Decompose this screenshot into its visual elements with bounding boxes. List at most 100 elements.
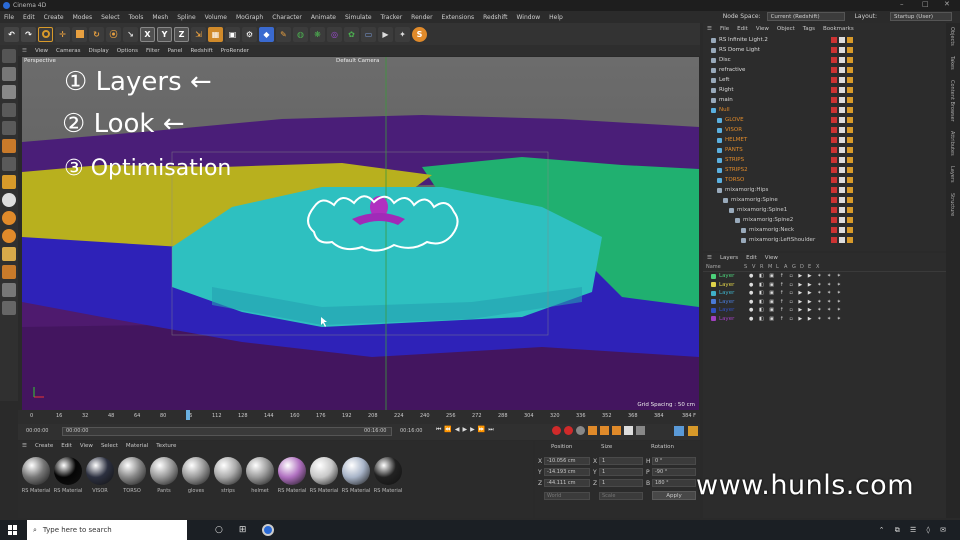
go-start-icon[interactable]: ⏮ <box>436 426 441 434</box>
deformer-icon[interactable]: ◎ <box>327 26 342 42</box>
side-tab[interactable]: Objects <box>949 27 955 46</box>
play-icon[interactable]: ▶ <box>463 426 468 434</box>
cube-icon[interactable]: ◆ <box>259 26 274 42</box>
next-frame-icon[interactable]: ▶ <box>470 426 475 434</box>
close-icon[interactable]: ✕ <box>944 0 950 8</box>
tray-icons[interactable]: ⌃ ⧉ ☰ ◊ ✉ <box>879 526 950 535</box>
model-mode-icon[interactable] <box>2 67 16 81</box>
recent-tools-icon[interactable]: ⦿ <box>106 26 121 42</box>
layer-color-swatch[interactable] <box>711 299 716 305</box>
axis-y-button[interactable]: Y <box>157 26 172 42</box>
object-row[interactable]: mixamorig:Spine1 <box>705 205 946 215</box>
side-tab[interactable]: Layers <box>949 166 955 183</box>
size-z-field[interactable]: 1 <box>599 479 643 487</box>
layer-menu-layers[interactable]: Layers <box>720 255 738 261</box>
grid-icon[interactable] <box>2 283 16 297</box>
camera-icon[interactable]: ▶ <box>378 26 393 42</box>
preview-range[interactable] <box>62 427 392 436</box>
menu-help[interactable]: Help <box>549 14 563 21</box>
workplane-icon[interactable] <box>2 301 16 315</box>
material-swatch[interactable]: RS Material <box>309 455 339 497</box>
pick-icon[interactable]: ↘ <box>123 26 138 42</box>
object-row[interactable]: HELMET <box>705 135 946 145</box>
object-tags[interactable] <box>831 167 853 173</box>
redshift-s2-icon[interactable] <box>2 211 16 225</box>
layer-color-swatch[interactable] <box>711 290 716 296</box>
object-tags[interactable] <box>831 157 853 163</box>
taskbar-app-icon[interactable]: ⊞ <box>239 525 247 535</box>
menu-tracker[interactable]: Tracker <box>381 14 403 21</box>
layer-toggles[interactable]: ● ◧ ▣ ↑ ▫ ▶ ▶ ✶ ✶ ✶ <box>749 299 843 305</box>
rot-h-field[interactable]: 0 ° <box>652 457 696 465</box>
material-swatch[interactable]: VISOR <box>85 455 115 497</box>
object-tags[interactable] <box>831 67 853 73</box>
object-tags[interactable] <box>831 117 853 123</box>
apply-button[interactable]: Apply <box>652 491 696 500</box>
prev-key-icon[interactable]: ⏪ <box>444 426 451 434</box>
object-row[interactable]: mixamorig:Spine <box>705 195 946 205</box>
object-row[interactable]: mixamorig:LeftShoulder <box>705 235 946 245</box>
redshift-icon[interactable]: S <box>412 26 427 42</box>
mat-menu-view[interactable]: View <box>80 443 93 449</box>
material-swatch[interactable]: helmet <box>245 455 275 497</box>
undo-icon[interactable]: ↶ <box>4 26 19 42</box>
material-swatch[interactable]: RS Material <box>21 455 51 497</box>
key-sel-icon[interactable] <box>576 426 585 435</box>
menu-mograph[interactable]: MoGraph <box>236 14 263 21</box>
vp-menu-options[interactable]: Options <box>117 48 138 54</box>
scale-icon[interactable] <box>72 26 87 42</box>
polygons-mode-icon[interactable] <box>2 139 16 153</box>
menu-character[interactable]: Character <box>272 14 302 21</box>
layout-select[interactable]: Startup (User) <box>890 12 952 21</box>
field-icon[interactable]: ✿ <box>344 26 359 42</box>
object-tags[interactable] <box>831 207 853 213</box>
menu-window[interactable]: Window <box>517 14 541 21</box>
obj-menu-bookmarks[interactable]: Bookmarks <box>823 26 854 32</box>
object-row[interactable]: TORSO <box>705 175 946 185</box>
object-row[interactable]: GLOVE <box>705 115 946 125</box>
rot-b-field[interactable]: 180 ° <box>652 479 696 487</box>
key-pos-icon[interactable] <box>588 426 597 435</box>
go-end-icon[interactable]: ⏭ <box>488 426 493 434</box>
material-swatch[interactable]: RS Material <box>53 455 83 497</box>
obj-menu-view[interactable]: View <box>756 26 769 32</box>
axis-z-button[interactable]: Z <box>174 26 189 42</box>
vp-menu-display[interactable]: Display <box>88 48 108 54</box>
object-row[interactable]: Disc <box>705 55 946 65</box>
size-x-field[interactable]: 1 <box>599 457 643 465</box>
layer-color-swatch[interactable] <box>711 282 716 288</box>
menu-create[interactable]: Create <box>44 14 64 21</box>
checker-icon[interactable] <box>2 85 16 99</box>
object-tags[interactable] <box>831 107 853 113</box>
texture-icon[interactable] <box>2 265 16 279</box>
redshift-s1-icon[interactable] <box>2 193 16 207</box>
menu-select[interactable]: Select <box>101 14 120 21</box>
layer-toggles[interactable]: ● ◧ ▣ ↑ ▫ ▶ ▶ ✶ ✶ ✶ <box>749 273 843 279</box>
size-mode-select[interactable]: Scale <box>599 492 643 500</box>
key-pla-icon[interactable] <box>636 426 645 435</box>
material-swatch[interactable]: RS Material <box>277 455 307 497</box>
layer-menu-edit[interactable]: Edit <box>746 255 757 261</box>
rotate-icon[interactable]: ↻ <box>89 26 104 42</box>
object-tags[interactable] <box>831 147 853 153</box>
object-row[interactable]: refractive <box>705 65 946 75</box>
size-y-field[interactable]: 1 <box>599 468 643 476</box>
side-tab[interactable]: Attributes <box>949 131 955 156</box>
menu-redshift[interactable]: Redshift <box>483 14 507 21</box>
timeline-settings-icon[interactable] <box>674 426 684 436</box>
menu-edit[interactable]: Edit <box>23 14 35 21</box>
object-tags[interactable] <box>831 37 853 43</box>
material-swatch[interactable]: strips <box>213 455 243 497</box>
windows-start-icon[interactable] <box>8 525 18 535</box>
mat-menu-select[interactable]: Select <box>101 443 118 449</box>
object-tags[interactable] <box>831 47 853 53</box>
vp-menu-panel[interactable]: Panel <box>168 48 183 54</box>
points-mode-icon[interactable] <box>2 103 16 117</box>
max-time-field[interactable]: 00:16:00 <box>400 428 422 434</box>
render-view-icon[interactable]: ▦ <box>208 26 223 42</box>
cinema4d-taskbar-icon[interactable] <box>262 524 275 536</box>
auto-key-icon[interactable] <box>564 426 573 435</box>
material-swatch[interactable]: gloves <box>181 455 211 497</box>
rot-p-field[interactable]: -90 ° <box>652 468 696 476</box>
mat-menu-create[interactable]: Create <box>35 443 53 449</box>
